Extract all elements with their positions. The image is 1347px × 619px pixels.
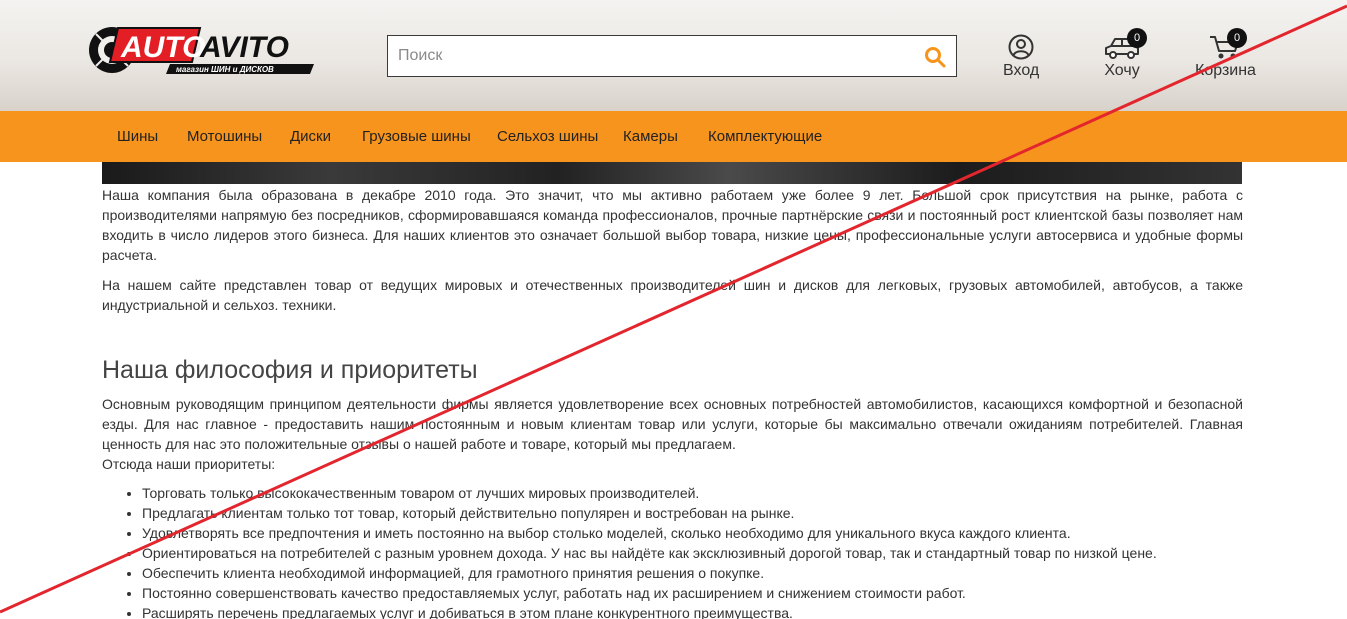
list-item: Обеспечить клиента необходимой информаци… bbox=[142, 563, 1243, 583]
nav-item-agri-tires[interactable]: Сельхоз шины bbox=[497, 128, 598, 145]
login-label: Вход bbox=[1003, 62, 1040, 79]
user-icon bbox=[1008, 34, 1034, 60]
about-content: Наша компания была образована в декабре … bbox=[102, 185, 1243, 619]
site-header: AUTO AVITO магазин ШИН и ДИСКОВ Вход 0 Х… bbox=[0, 0, 1347, 111]
list-item: Удовлетворять все предпочтения и иметь п… bbox=[142, 523, 1243, 543]
intro-paragraph-1: Наша компания была образована в декабре … bbox=[102, 187, 1243, 263]
nav-item-accessories[interactable]: Комплектующие bbox=[708, 128, 822, 145]
logo-tagline: магазин ШИН и ДИСКОВ bbox=[176, 65, 274, 74]
nav-item-tubes[interactable]: Камеры bbox=[623, 128, 678, 145]
priorities-list: Торговать только высококачественным това… bbox=[102, 483, 1243, 619]
search-input[interactable] bbox=[388, 36, 908, 76]
cart-label: Корзина bbox=[1195, 62, 1256, 79]
login-link[interactable]: Вход bbox=[1003, 34, 1039, 80]
intro-paragraph-2: На нашем сайте представлен товар от веду… bbox=[102, 277, 1243, 313]
list-item: Постоянно совершенствовать качество пред… bbox=[142, 583, 1243, 603]
logo-auto-text: AUTO bbox=[120, 31, 205, 64]
search-icon[interactable] bbox=[924, 46, 946, 68]
nav-item-tires[interactable]: Шины bbox=[117, 128, 158, 145]
search-box bbox=[387, 35, 957, 77]
wishlist-count-badge: 0 bbox=[1127, 28, 1147, 48]
banner-image bbox=[102, 162, 1242, 184]
cart-count-badge: 0 bbox=[1227, 28, 1247, 48]
wishlist-label: Хочу bbox=[1104, 62, 1140, 79]
site-logo[interactable]: AUTO AVITO магазин ШИН и ДИСКОВ bbox=[88, 22, 320, 78]
wishlist-link[interactable]: 0 Хочу bbox=[1103, 28, 1147, 80]
logo-avito-text: AVITO bbox=[199, 31, 289, 64]
nav-item-truck-tires[interactable]: Грузовые шины bbox=[362, 128, 471, 145]
list-item: Расширять перечень предлагаемых услуг и … bbox=[142, 603, 1243, 619]
main-nav: Шины Мотошины Диски Грузовые шины Сельхо… bbox=[0, 111, 1347, 162]
cart-link[interactable]: 0 Корзина bbox=[1195, 28, 1256, 80]
list-item: Торговать только высококачественным това… bbox=[142, 483, 1243, 503]
nav-item-wheels[interactable]: Диски bbox=[290, 128, 331, 145]
list-item: Ориентироваться на потребителей с разным… bbox=[142, 543, 1243, 563]
philosophy-paragraph: Основным руководящим принципом деятельно… bbox=[102, 396, 1243, 452]
list-item: Предлагать клиентам только тот товар, ко… bbox=[142, 503, 1243, 523]
nav-item-moto-tires[interactable]: Мотошины bbox=[187, 128, 262, 145]
priorities-intro: Отсюда наши приоритеты: bbox=[102, 456, 276, 472]
philosophy-heading: Наша философия и приоритеты bbox=[102, 356, 478, 384]
